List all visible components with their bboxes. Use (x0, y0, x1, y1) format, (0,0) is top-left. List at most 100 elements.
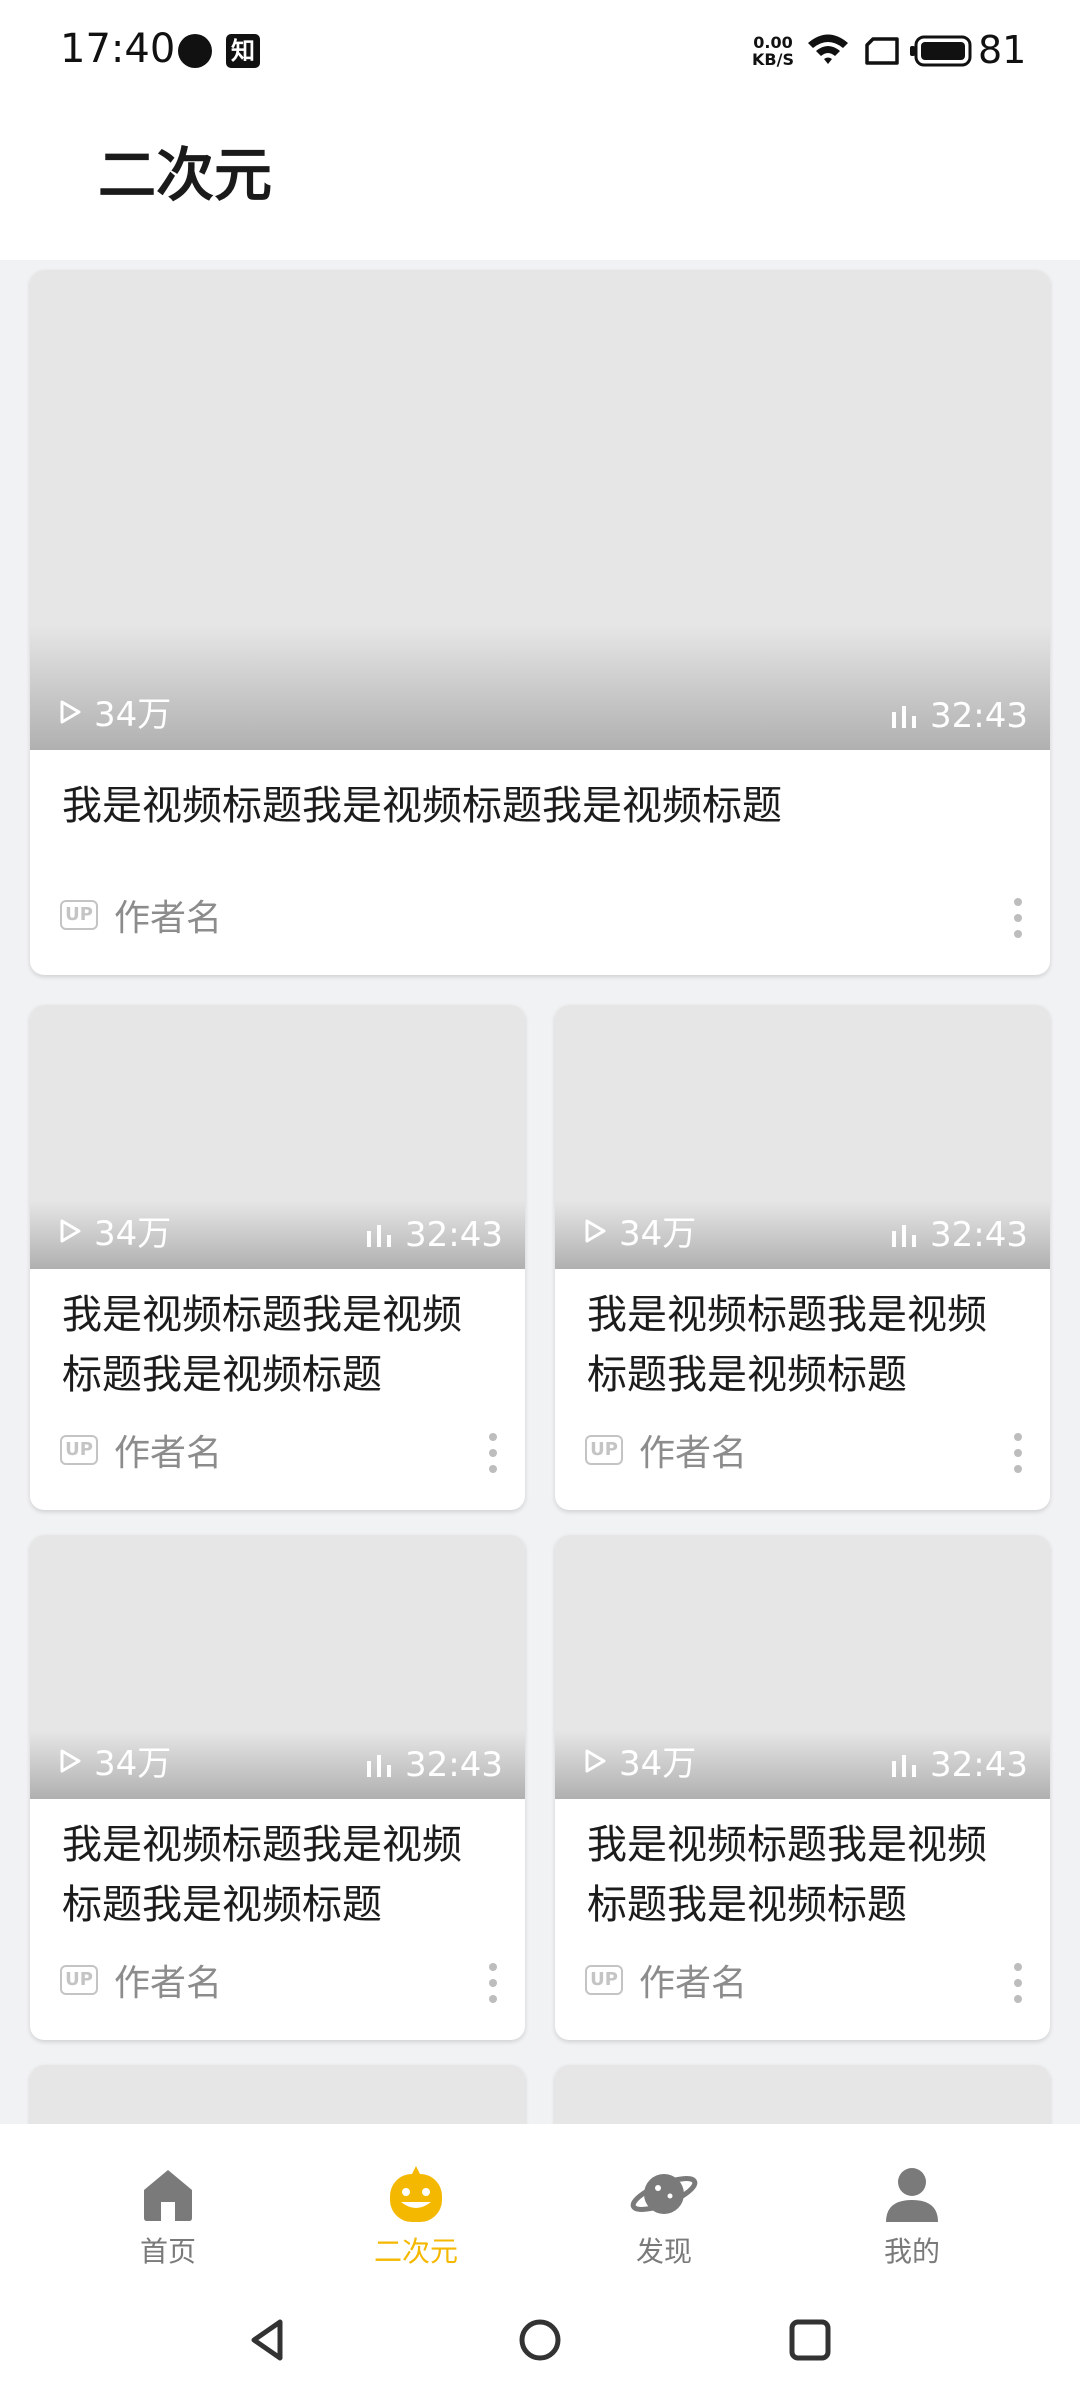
video-title[interactable]: 我是视频标题我是视频标题我是视频标题 (62, 776, 1018, 836)
video-feed[interactable]: 34万 32:43 我是视频标题我是视频标题我是视频标题 UP 作者名 34万 (0, 260, 1080, 2124)
video-title[interactable]: 我是视频标题我是视频标题我是视频标题 (587, 1815, 1018, 1935)
up-badge-icon: UP (585, 1435, 623, 1465)
video-card[interactable]: 34万 32:43 我是视频标题我是视频标题我是视频标题 UP 作者名 (30, 1535, 525, 2040)
bars-icon (892, 1755, 917, 1777)
back-icon[interactable] (240, 2310, 300, 2370)
play-icon (60, 1749, 81, 1772)
up-badge-icon: UP (585, 1965, 623, 1995)
play-icon (60, 700, 81, 723)
card-footer: UP 作者名 (60, 1425, 503, 1475)
more-options-icon[interactable] (483, 1429, 503, 1473)
sim-card-icon (865, 37, 899, 65)
nav-item-discover[interactable]: 发现 (584, 2164, 744, 2274)
page-title: 二次元 (98, 141, 273, 209)
video-thumbnail[interactable]: 34万 32:43 (30, 270, 1050, 750)
recents-icon[interactable] (780, 2310, 840, 2370)
duration-value: 32:43 (405, 1745, 503, 1785)
video-thumbnail[interactable] (30, 2065, 525, 2124)
more-options-icon[interactable] (1008, 1429, 1028, 1473)
video-thumbnail[interactable]: 34万 32:43 (30, 1005, 525, 1269)
status-bar: 17:40 知 0.00 KB/S 81 (0, 0, 1080, 100)
play-count: 34万 (583, 1206, 696, 1255)
video-title[interactable]: 我是视频标题我是视频标题我是视频标题 (587, 1285, 1018, 1405)
nav-label-profile: 我的 (883, 2235, 940, 2268)
bars-icon (892, 1225, 917, 1247)
video-duration: 32:43 (890, 1745, 1028, 1785)
play-icon (585, 1219, 606, 1242)
duration-value: 32:43 (405, 1215, 503, 1255)
author-name[interactable]: 作者名 (639, 1954, 747, 2006)
network-speed-unit: KB/S (752, 50, 794, 69)
person-icon (886, 2168, 938, 2222)
author-name[interactable]: 作者名 (114, 889, 222, 941)
up-badge-icon: UP (60, 900, 98, 930)
play-count-value: 34万 (94, 1214, 172, 1254)
network-speed: 0.00 KB/S (748, 34, 798, 68)
author-name[interactable]: 作者名 (114, 1424, 222, 1476)
card-footer: UP 作者名 (60, 890, 1028, 940)
app-screen: 17:40 知 0.00 KB/S 81 二次元 34万 32:43 我是视频标… (0, 0, 1080, 2400)
author-name[interactable]: 作者名 (114, 1954, 222, 2006)
video-duration: 32:43 (890, 1215, 1028, 1255)
play-count: 34万 (58, 1206, 171, 1255)
card-footer: UP 作者名 (585, 1425, 1028, 1475)
home-icon (144, 2170, 192, 2221)
duration-value: 32:43 (930, 1745, 1028, 1785)
more-options-icon[interactable] (1008, 1959, 1028, 2003)
duration-value: 32:43 (930, 696, 1028, 736)
video-thumbnail[interactable]: 34万 32:43 (30, 1535, 525, 1799)
card-footer: UP 作者名 (60, 1955, 503, 2005)
nav-item-anime[interactable]: 二次元 (336, 2164, 496, 2274)
up-badge-icon: UP (60, 1965, 98, 1995)
video-duration: 32:43 (365, 1215, 503, 1255)
network-speed-value: 0.00 (753, 33, 793, 52)
video-thumbnail[interactable]: 34万 32:43 (555, 1535, 1050, 1799)
bars-icon (892, 706, 917, 728)
author-name[interactable]: 作者名 (639, 1424, 747, 1476)
play-count-value: 34万 (619, 1744, 697, 1784)
home-circle-icon[interactable] (510, 2310, 570, 2370)
video-card-partial[interactable] (30, 2065, 525, 2124)
mascot-icon (390, 2166, 442, 2222)
play-count-value: 34万 (619, 1214, 697, 1254)
wifi-icon (808, 34, 848, 64)
battery-level: 81 (978, 28, 1027, 72)
status-time: 17:40 (60, 26, 176, 72)
card-footer: UP 作者名 (585, 1955, 1028, 2005)
nav-label-home: 首页 (139, 2235, 196, 2268)
video-card[interactable]: 34万 32:43 我是视频标题我是视频标题我是视频标题 UP 作者名 (555, 1535, 1050, 2040)
video-card[interactable]: 34万 32:43 我是视频标题我是视频标题我是视频标题 UP 作者名 (30, 1005, 525, 1510)
play-count: 34万 (58, 1736, 171, 1785)
duration-value: 32:43 (930, 1215, 1028, 1255)
more-options-icon[interactable] (483, 1959, 503, 2003)
video-title[interactable]: 我是视频标题我是视频标题我是视频标题 (62, 1285, 493, 1405)
video-title[interactable]: 我是视频标题我是视频标题我是视频标题 (62, 1815, 493, 1935)
video-thumbnail[interactable]: 34万 32:43 (555, 1005, 1050, 1269)
zhihu-notification-icon: 知 (226, 34, 260, 68)
nav-item-profile[interactable]: 我的 (832, 2164, 992, 2274)
bars-icon (367, 1755, 392, 1777)
video-duration: 32:43 (890, 696, 1028, 736)
play-count: 34万 (583, 1736, 696, 1785)
up-badge-icon: UP (60, 1435, 98, 1465)
battery-icon (910, 35, 972, 67)
play-icon (60, 1219, 81, 1242)
page-header: 二次元 (0, 100, 1080, 260)
video-duration: 32:43 (365, 1745, 503, 1785)
nav-label-discover: 发现 (635, 2235, 692, 2268)
video-card-partial[interactable] (555, 2065, 1050, 2124)
notification-dot-icon (178, 34, 212, 68)
video-thumbnail[interactable] (555, 2065, 1050, 2124)
bars-icon (367, 1225, 392, 1247)
video-card[interactable]: 34万 32:43 我是视频标题我是视频标题我是视频标题 UP 作者名 (555, 1005, 1050, 1510)
system-navigation-bar (0, 2280, 1080, 2400)
bottom-navigation: 首页 二次元 发现 我的 (0, 2124, 1080, 2280)
play-count-value: 34万 (94, 1744, 172, 1784)
featured-video-card[interactable]: 34万 32:43 我是视频标题我是视频标题我是视频标题 UP 作者名 (30, 270, 1050, 975)
play-count: 34万 (58, 687, 171, 736)
play-icon (585, 1749, 606, 1772)
planet-icon (630, 2174, 698, 2214)
nav-item-home[interactable]: 首页 (88, 2164, 248, 2274)
more-options-icon[interactable] (1008, 894, 1028, 938)
nav-label-anime: 二次元 (373, 2235, 458, 2268)
